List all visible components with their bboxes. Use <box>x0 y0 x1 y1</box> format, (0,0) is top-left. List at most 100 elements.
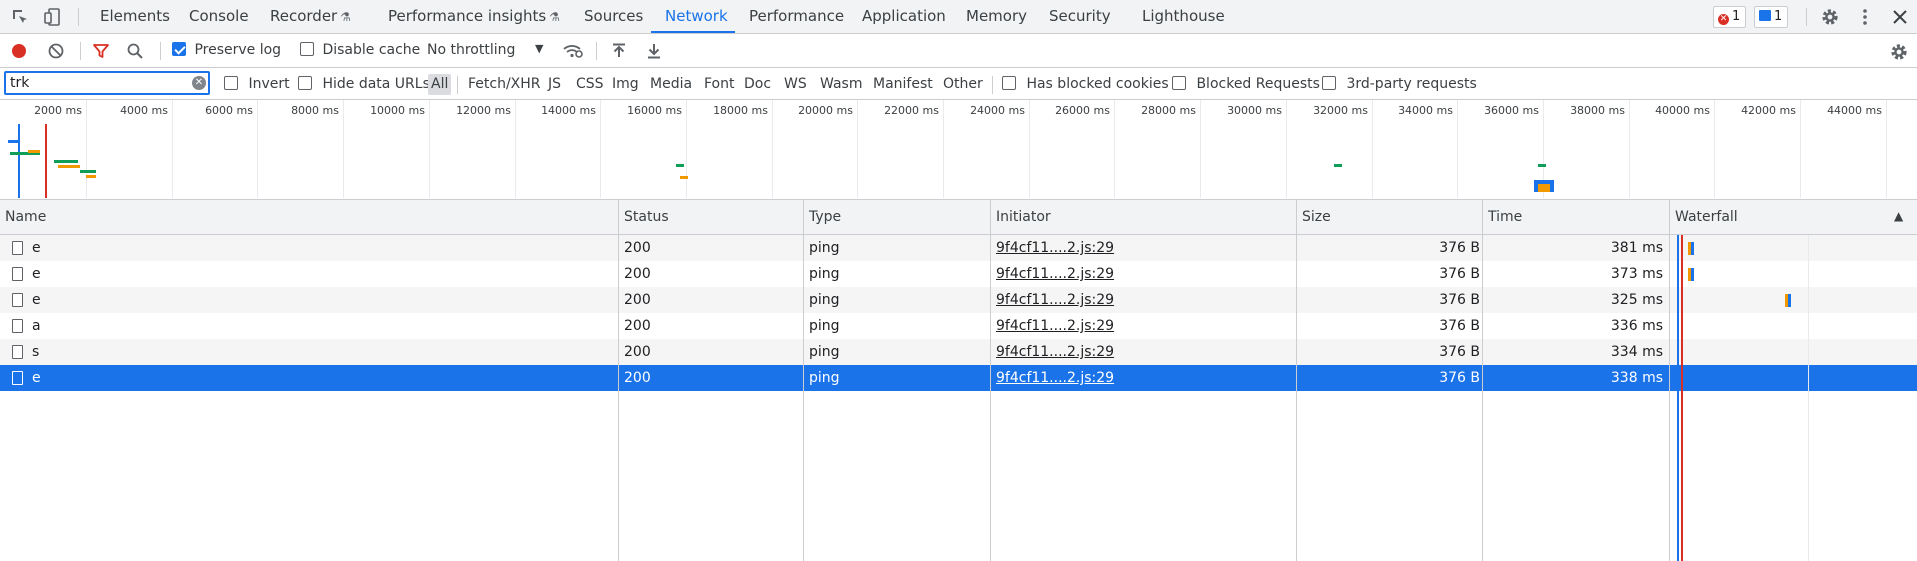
type-filter-fetch-xhr[interactable]: Fetch/XHR <box>465 74 544 95</box>
filter-input[interactable] <box>4 71 210 95</box>
column-divider[interactable] <box>618 200 619 561</box>
cell-type-text: ping <box>809 344 840 360</box>
column-header-type[interactable]: Type <box>804 200 841 234</box>
blocked-requests-label: Blocked Requests <box>1196 76 1320 92</box>
blocked-cookies-checkbox[interactable]: Has blocked cookies <box>1002 76 1169 92</box>
record-button-icon[interactable] <box>10 42 28 60</box>
blocked-cookies-check[interactable] <box>1002 76 1016 90</box>
tab-elements[interactable]: Elements <box>100 0 170 33</box>
table-row[interactable]: s 200 ping 9f4cf11....2.js:29 376 B 334 ms <box>0 339 1917 365</box>
column-divider[interactable] <box>1482 200 1483 561</box>
tab-performance-insights[interactable]: Performance insights ⚗ <box>388 0 560 33</box>
cell-type: ping <box>809 235 979 261</box>
error-count-badge[interactable]: ✕ 1 <box>1713 6 1747 28</box>
import-har-icon[interactable] <box>610 42 628 60</box>
tab-security[interactable]: Security <box>1049 0 1111 33</box>
tab-recorder[interactable]: Recorder ⚗ <box>270 0 351 33</box>
clear-filter-icon[interactable]: ✕ <box>192 76 206 90</box>
invert-check[interactable] <box>224 76 238 90</box>
type-filter-css[interactable]: CSS <box>573 74 607 95</box>
type-filter-manifest[interactable]: Manifest <box>870 74 936 95</box>
cell-type-text: ping <box>809 370 840 386</box>
column-divider[interactable] <box>990 200 991 561</box>
cell-initiator[interactable]: 9f4cf11....2.js:29 <box>996 339 1286 365</box>
tab-application[interactable]: Application <box>862 0 946 33</box>
invert-checkbox[interactable]: Invert <box>224 76 290 92</box>
type-filter-media[interactable]: Media <box>647 74 695 95</box>
table-row[interactable]: e 200 ping 9f4cf11....2.js:29 376 B 338 ms <box>0 365 1917 391</box>
cell-initiator-text[interactable]: 9f4cf11....2.js:29 <box>996 318 1114 334</box>
close-devtools-icon[interactable] <box>1890 7 1910 27</box>
clear-log-icon[interactable] <box>47 42 65 60</box>
cell-name-text: e <box>32 240 41 256</box>
cell-initiator-text[interactable]: 9f4cf11....2.js:29 <box>996 240 1114 256</box>
table-row[interactable]: e 200 ping 9f4cf11....2.js:29 376 B 373 ms <box>0 261 1917 287</box>
device-toolbar-icon[interactable] <box>43 7 63 27</box>
tab-performance[interactable]: Performance <box>749 0 844 33</box>
third-party-check[interactable] <box>1322 76 1336 90</box>
third-party-checkbox[interactable]: 3rd-party requests <box>1322 76 1477 92</box>
type-filter-wasm[interactable]: Wasm <box>817 74 865 95</box>
cell-initiator-text[interactable]: 9f4cf11....2.js:29 <box>996 266 1114 282</box>
column-divider[interactable] <box>1669 200 1670 561</box>
message-count-badge[interactable]: 1 <box>1754 6 1789 28</box>
sort-ascending-icon[interactable]: ▲ <box>1894 209 1903 223</box>
hide-data-urls-check[interactable] <box>298 76 312 90</box>
cell-initiator-text[interactable]: 9f4cf11....2.js:29 <box>996 344 1114 360</box>
request-table: Name Status Type Initiator Size Time Wat… <box>0 200 1917 561</box>
blocked-requests-check[interactable] <box>1172 76 1186 90</box>
column-header-waterfall[interactable]: Waterfall <box>1670 200 1738 234</box>
tab-network[interactable]: Network <box>665 0 728 33</box>
throttling-select[interactable]: No throttling ▼ <box>427 42 543 58</box>
type-filter-doc[interactable]: Doc <box>741 74 774 95</box>
cell-name-text: e <box>32 266 41 282</box>
column-header-size[interactable]: Size <box>1297 200 1331 234</box>
column-header-initiator[interactable]: Initiator <box>991 200 1051 234</box>
column-header-time[interactable]: Time <box>1483 200 1522 234</box>
column-header-status[interactable]: Status <box>619 200 669 234</box>
network-settings-gear-icon[interactable] <box>1889 42 1909 62</box>
column-divider[interactable] <box>803 200 804 561</box>
column-header-name[interactable]: Name <box>0 200 46 234</box>
cell-size: 376 B <box>1300 365 1480 391</box>
disable-cache-checkbox[interactable]: Disable cache <box>300 42 420 58</box>
cell-status-text: 200 <box>624 318 651 334</box>
cell-initiator[interactable]: 9f4cf11....2.js:29 <box>996 365 1286 391</box>
preserve-log-checkbox[interactable]: Preserve log <box>172 42 281 58</box>
tab-sources[interactable]: Sources <box>584 0 643 33</box>
table-row[interactable]: a 200 ping 9f4cf11....2.js:29 376 B 336 ms <box>0 313 1917 339</box>
column-divider[interactable] <box>1296 200 1297 561</box>
preserve-log-check[interactable] <box>172 42 186 56</box>
table-row[interactable]: e 200 ping 9f4cf11....2.js:29 376 B 325 ms <box>0 287 1917 313</box>
export-har-icon[interactable] <box>645 42 663 60</box>
filter-icon[interactable] <box>92 42 110 60</box>
throttling-value: No throttling <box>427 42 516 58</box>
type-filter-ws[interactable]: WS <box>781 74 810 95</box>
waterfall-bar <box>1691 268 1694 281</box>
cell-initiator[interactable]: 9f4cf11....2.js:29 <box>996 287 1286 313</box>
type-filter-all[interactable]: All <box>428 74 452 95</box>
type-filter-other[interactable]: Other <box>940 74 986 95</box>
cell-initiator-text[interactable]: 9f4cf11....2.js:29 <box>996 292 1114 308</box>
blocked-requests-checkbox[interactable]: Blocked Requests <box>1172 76 1320 92</box>
network-overview-timeline[interactable]: 2000 ms 4000 ms 6000 ms 8000 ms 10000 ms 1200… <box>0 100 1917 200</box>
network-conditions-icon[interactable] <box>562 41 584 61</box>
search-icon[interactable] <box>126 42 144 60</box>
cell-initiator[interactable]: 9f4cf11....2.js:29 <box>996 235 1286 261</box>
settings-gear-icon[interactable] <box>1820 7 1840 27</box>
tab-memory[interactable]: Memory <box>966 0 1027 33</box>
inspect-element-icon[interactable] <box>10 7 30 27</box>
type-filter-img[interactable]: Img <box>609 74 642 95</box>
cell-initiator-text[interactable]: 9f4cf11....2.js:29 <box>996 370 1114 386</box>
disable-cache-check[interactable] <box>300 42 314 56</box>
cell-initiator[interactable]: 9f4cf11....2.js:29 <box>996 313 1286 339</box>
hide-data-urls-checkbox[interactable]: Hide data URLs <box>298 76 430 92</box>
type-filter-font[interactable]: Font <box>701 74 737 95</box>
more-options-icon[interactable] <box>1855 7 1875 27</box>
cell-initiator[interactable]: 9f4cf11....2.js:29 <box>996 261 1286 287</box>
overview-grid-line <box>600 100 601 198</box>
tab-lighthouse[interactable]: Lighthouse <box>1142 0 1225 33</box>
tab-console[interactable]: Console <box>189 0 249 33</box>
type-filter-js[interactable]: JS <box>545 74 564 95</box>
table-row[interactable]: e 200 ping 9f4cf11....2.js:29 376 B 381 ms <box>0 235 1917 261</box>
